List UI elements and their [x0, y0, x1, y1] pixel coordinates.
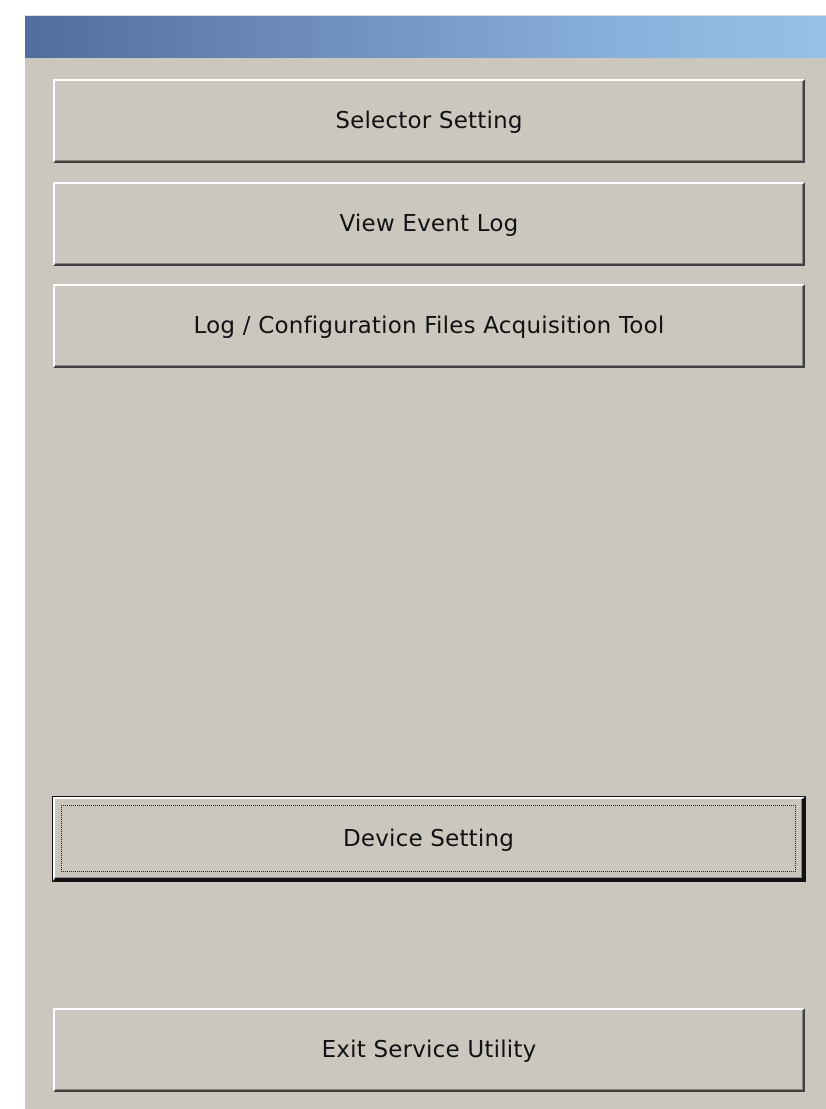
- title-bar[interactable]: [25, 16, 826, 58]
- log-configuration-tool-label: Log / Configuration Files Acquisition To…: [193, 313, 665, 339]
- view-event-log-label: View Event Log: [339, 211, 519, 237]
- log-configuration-files-acquisition-tool-button[interactable]: Log / Configuration Files Acquisition To…: [53, 284, 805, 368]
- selector-setting-button[interactable]: Selector Setting: [53, 79, 805, 163]
- view-event-log-button[interactable]: View Event Log: [53, 182, 805, 266]
- exit-service-utility-button[interactable]: Exit Service Utility: [53, 1008, 805, 1092]
- device-setting-button[interactable]: Device Setting: [52, 796, 806, 882]
- selector-setting-label: Selector Setting: [335, 108, 523, 134]
- exit-service-utility-label: Exit Service Utility: [321, 1037, 537, 1063]
- device-setting-label: Device Setting: [342, 825, 515, 852]
- service-utility-window: Selector Setting View Event Log Log / Co…: [25, 15, 826, 1109]
